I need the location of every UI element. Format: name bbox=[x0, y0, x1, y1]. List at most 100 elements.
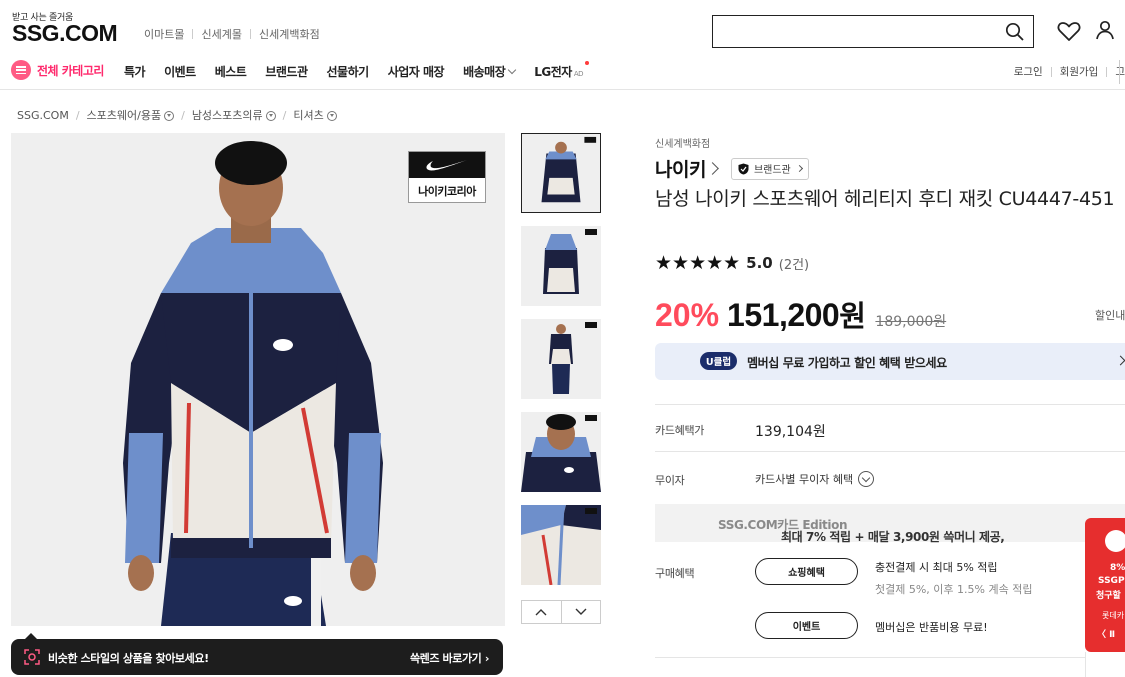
chevron-right-icon: › bbox=[484, 652, 490, 665]
breadcrumb-home[interactable]: SSG.COM bbox=[17, 109, 69, 122]
dropdown-icon bbox=[164, 111, 175, 121]
discount-info-link[interactable]: 할인내 bbox=[1095, 307, 1125, 323]
shopping-benefit-button[interactable]: 쇼핑혜택 bbox=[755, 558, 858, 585]
star-rating-icon: ★★★★★ bbox=[655, 252, 741, 274]
discount-rate: 20% bbox=[655, 297, 720, 333]
nav-item-lg-label: LG전자 bbox=[534, 65, 572, 79]
shopping-benefit-subtext: 첫결제 5%, 이후 1.5% 계속 적립 bbox=[875, 583, 1033, 596]
membership-banner[interactable]: U클럽 멤버십 무료 가입하고 할인 혜택 받으세요 bbox=[655, 343, 1125, 380]
thumbnail-3[interactable] bbox=[521, 319, 601, 399]
ad-pager[interactable]: 〈 Ⅱ bbox=[1097, 627, 1115, 640]
nav-item-lg[interactable]: LG전자 AD bbox=[534, 61, 590, 80]
chevron-down-icon bbox=[575, 608, 587, 615]
nav-item-brand[interactable]: 브랜드관 bbox=[265, 63, 308, 80]
side-thumbnail[interactable] bbox=[1085, 652, 1125, 677]
chevron-right-icon bbox=[1115, 355, 1125, 366]
nike-logo-icon bbox=[409, 152, 485, 178]
rating-row[interactable]: ★★★★★ 5.0 (2건) bbox=[655, 252, 809, 274]
store-name[interactable]: 신세계백화점 bbox=[655, 135, 710, 150]
thumbnail-4[interactable] bbox=[521, 412, 601, 492]
original-price: 189,000원 bbox=[875, 314, 947, 330]
heart-icon[interactable] bbox=[1057, 20, 1081, 42]
search-input[interactable] bbox=[713, 16, 993, 47]
nav-item-delivery-label: 배송매장 bbox=[463, 65, 506, 79]
breadcrumb-sports[interactable]: 스포츠웨어/용품 bbox=[87, 107, 175, 123]
event-text: 멤버십은 반품비용 무료! bbox=[875, 621, 988, 634]
chevron-down-icon bbox=[858, 471, 875, 487]
thumbnail-up-button[interactable] bbox=[522, 601, 561, 623]
signup-link[interactable]: 회원가입 bbox=[1060, 64, 1099, 79]
divider bbox=[1050, 66, 1052, 77]
dropdown-icon bbox=[265, 111, 276, 121]
ad-line-1: 8% bbox=[1110, 563, 1125, 573]
thumbnail-1[interactable] bbox=[521, 133, 601, 213]
card-benefit-price: 139,104원 bbox=[755, 424, 826, 440]
login-link[interactable]: 로그인 bbox=[1014, 64, 1043, 79]
chevron-right-icon bbox=[795, 164, 803, 173]
brand-badge-label: 나이키코리아 bbox=[418, 185, 476, 198]
ad-logo-icon bbox=[1105, 530, 1125, 552]
product-main-image[interactable]: 나이키코리아 bbox=[11, 133, 505, 626]
chevron-up-icon bbox=[535, 609, 547, 616]
menu-icon bbox=[11, 60, 31, 80]
installment-label: 무이자 bbox=[655, 474, 685, 487]
jacket-model-image bbox=[123, 141, 383, 626]
card-point-banner[interactable]: 최대 7% 적립 + 매달 3,900원 쓱머니 제공, SSG.COM카드 E… bbox=[655, 504, 1125, 544]
search-box bbox=[712, 15, 1034, 48]
divider bbox=[655, 404, 1125, 405]
nav-item-gift[interactable]: 선물하기 bbox=[327, 63, 370, 80]
mall-link-emart[interactable]: 이마트몰 bbox=[144, 26, 184, 42]
brand-row: 나이키 브랜드관 bbox=[655, 155, 809, 182]
installment-value: 카드사별 무이자 혜택 bbox=[755, 473, 854, 486]
thumbnail-5[interactable] bbox=[521, 505, 601, 585]
review-count: (2건) bbox=[778, 257, 810, 273]
nav-item-best[interactable]: 베스트 bbox=[215, 63, 247, 80]
mall-links: 이마트몰 신세계몰 신세계백화점 bbox=[144, 26, 320, 42]
search-icon[interactable] bbox=[1005, 22, 1025, 42]
nav-bar: 전체 카테고리 특가 이벤트 베스트 브랜드관 선물하기 사업자 매장 배송매장… bbox=[0, 55, 1125, 85]
ad-tag: AD bbox=[573, 70, 584, 78]
style-search-banner[interactable]: 비슷한 스타일의 상품을 찾아보세요! 쓱렌즈 바로가기 › bbox=[11, 633, 503, 675]
side-card-ad[interactable]: 8% SSGP 청구할 롯데카 〈 Ⅱ bbox=[1085, 518, 1125, 652]
point-text: 최대 7% 적립 + 매달 3,900원 쓱머니 제공, bbox=[781, 530, 1005, 544]
breadcrumb: SSG.COM / 스포츠웨어/용품 / 남성스포츠의류 / 티셔츠 bbox=[17, 107, 337, 123]
thumbnail-nav bbox=[521, 600, 601, 624]
nav-item-delivery[interactable]: 배송매장 bbox=[463, 63, 517, 80]
banner-text: 비슷한 스타일의 상품을 찾아보세요! bbox=[48, 652, 209, 665]
breadcrumb-tshirts[interactable]: 티셔츠 bbox=[293, 107, 337, 123]
card-benefit-label: 카드혜택가 bbox=[655, 424, 705, 437]
brand-name[interactable]: 나이키 bbox=[655, 155, 706, 182]
nav-item-event[interactable]: 이벤트 bbox=[164, 63, 196, 80]
all-categories-button[interactable]: 전체 카테고리 bbox=[11, 60, 104, 80]
thumbnail-2[interactable] bbox=[521, 226, 601, 306]
chevron-down-icon bbox=[508, 65, 517, 75]
uclub-badge: U클럽 bbox=[700, 352, 737, 370]
chevron-right-icon bbox=[706, 162, 719, 175]
nav-item-business[interactable]: 사업자 매장 bbox=[388, 63, 445, 80]
shopping-benefit-text: 충전결제 시 최대 5% 적립 bbox=[875, 561, 998, 574]
scrollbar[interactable] bbox=[1119, 60, 1125, 84]
event-button[interactable]: 이벤트 bbox=[755, 612, 858, 639]
divider bbox=[249, 29, 251, 39]
header-divider bbox=[0, 89, 1125, 90]
breadcrumb-mens[interactable]: 남성스포츠의류 bbox=[192, 107, 276, 123]
product-title: 남성 나이키 스포츠웨어 헤리티지 후디 재킷 CU4447-451 bbox=[655, 188, 1115, 210]
shield-icon bbox=[738, 163, 749, 174]
installment-dropdown[interactable]: 카드사별 무이자 혜택 bbox=[755, 471, 875, 487]
user-icon[interactable] bbox=[1094, 19, 1116, 41]
sale-price: 151,200원 bbox=[727, 297, 866, 333]
membership-text: 멤버십 무료 가입하고 할인 혜택 받으세요 bbox=[747, 356, 947, 370]
mall-link-shinsegae[interactable]: 신세계몰 bbox=[201, 26, 241, 42]
lens-icon bbox=[24, 649, 40, 665]
ssg-logo[interactable]: SSG.COM bbox=[12, 20, 118, 47]
nav-item-special[interactable]: 특가 bbox=[124, 63, 146, 80]
purchase-benefit-label: 구매혜택 bbox=[655, 567, 695, 580]
divider bbox=[655, 657, 1125, 658]
ad-line-2: SSGP bbox=[1098, 576, 1125, 586]
thumbnail-down-button[interactable] bbox=[560, 601, 601, 623]
ad-line-4: 롯데카 bbox=[1102, 611, 1125, 620]
mall-link-department[interactable]: 신세계백화점 bbox=[259, 26, 320, 42]
nav-menu: 특가 이벤트 베스트 브랜드관 선물하기 사업자 매장 배송매장 LG전자 AD bbox=[124, 61, 602, 80]
brand-hall-button[interactable]: 브랜드관 bbox=[730, 157, 809, 180]
ssg-lens-link[interactable]: 쓱렌즈 바로가기 › bbox=[410, 650, 489, 666]
